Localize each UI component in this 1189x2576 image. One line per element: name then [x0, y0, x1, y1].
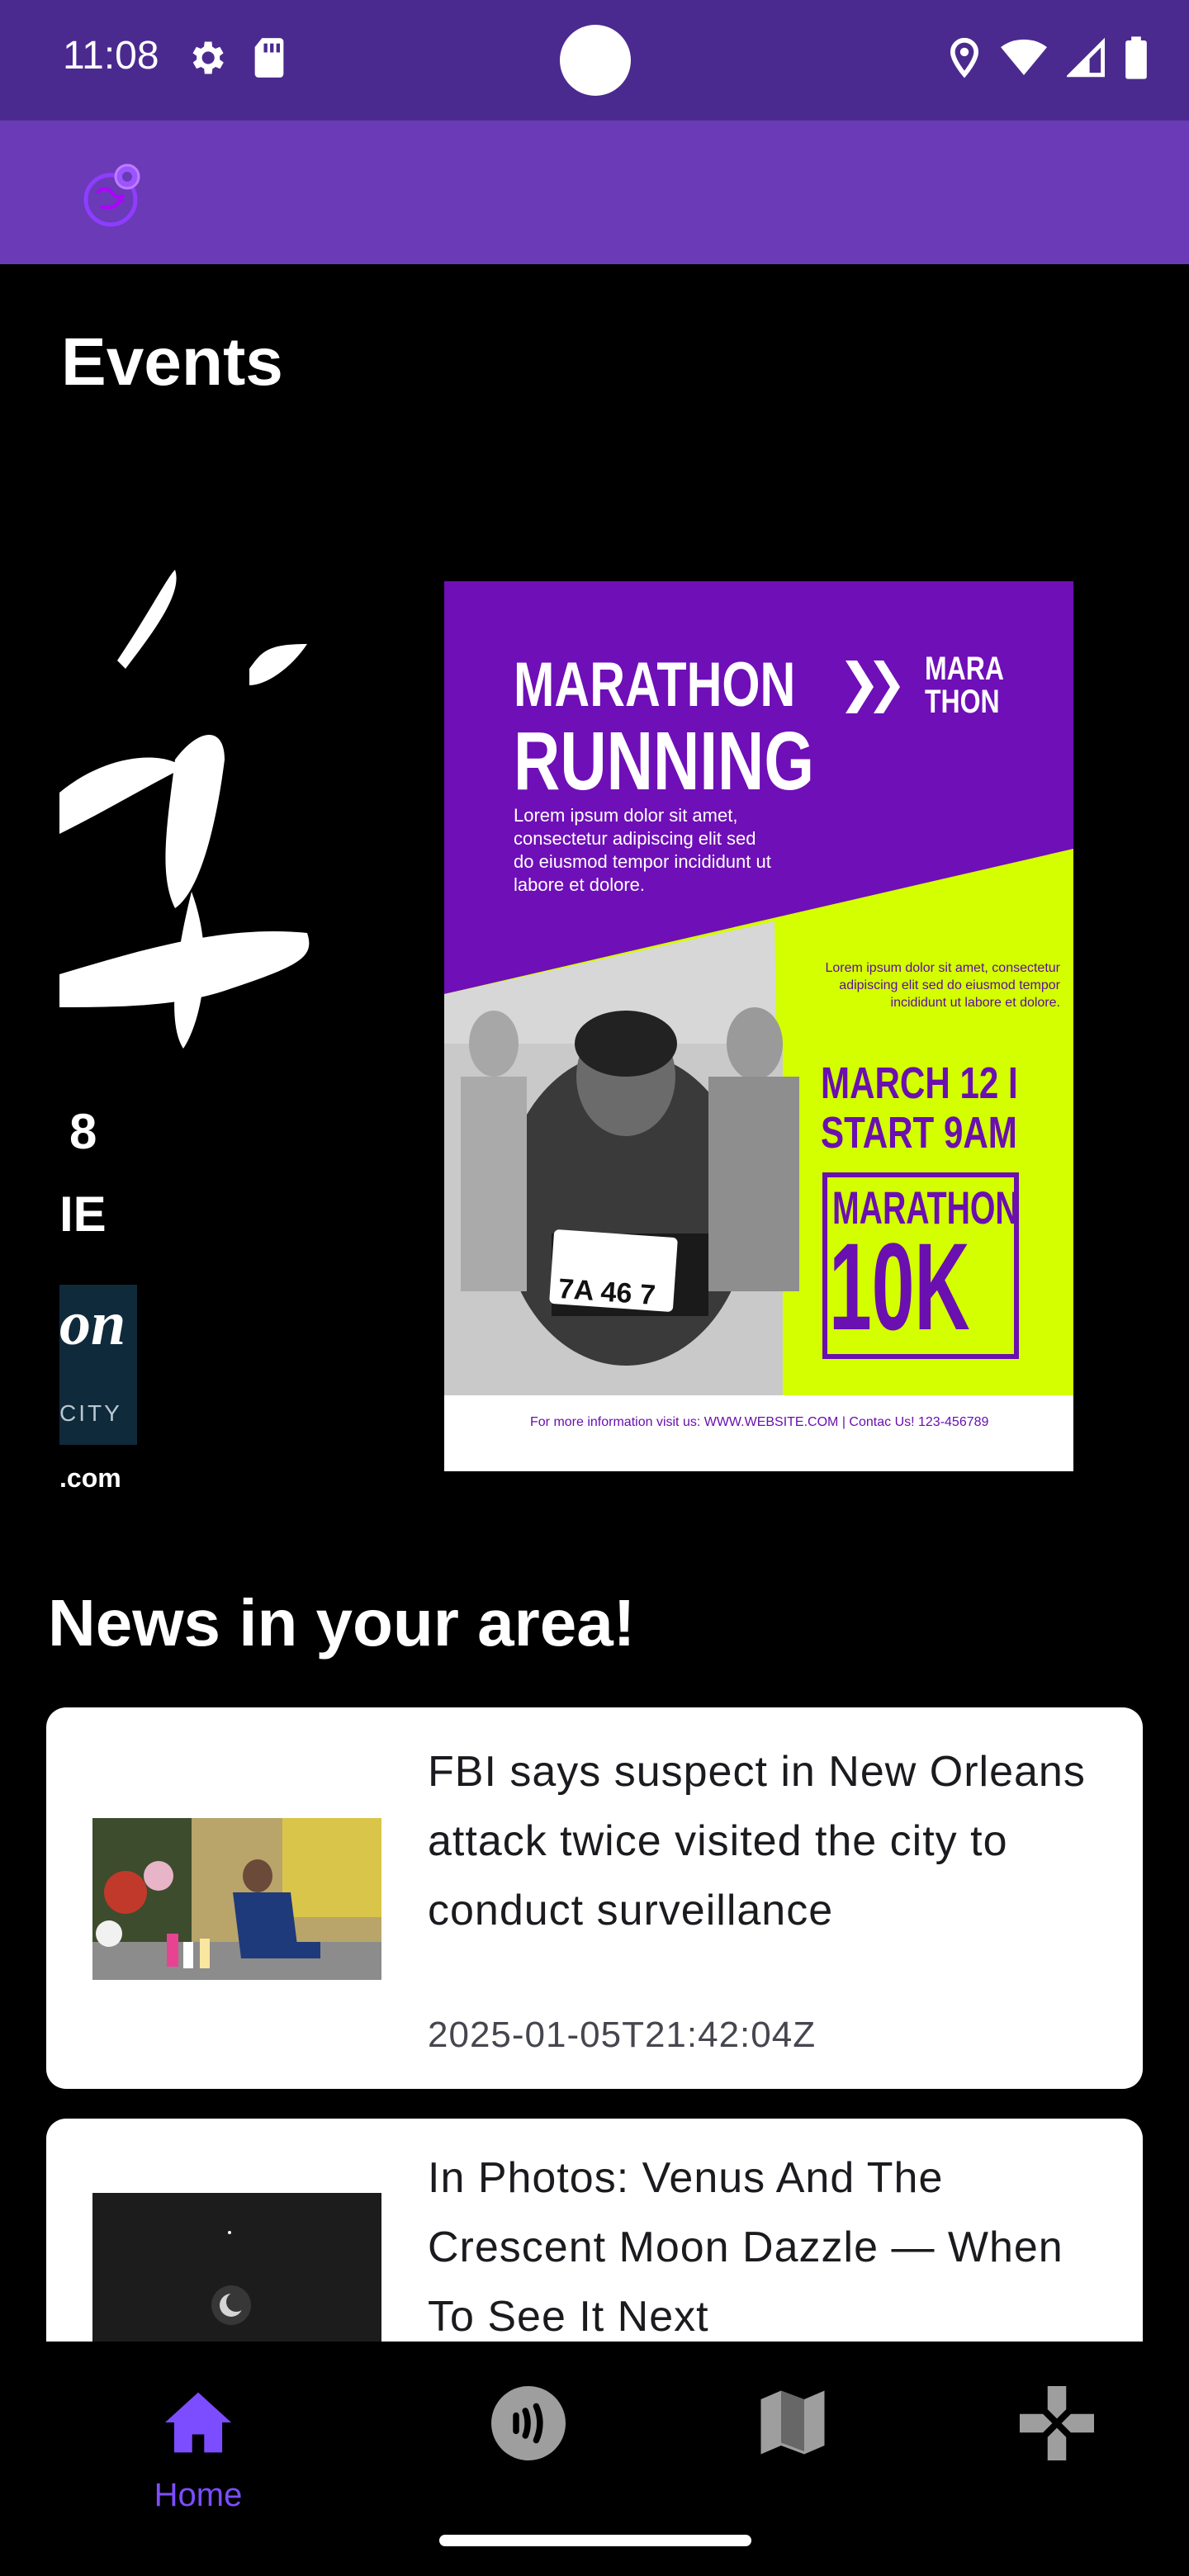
poster-left-fragment-4: CITY: [59, 1400, 122, 1426]
poster-title-line2: RUNNING: [514, 715, 814, 807]
status-left-icons: [185, 36, 287, 79]
sd-card-icon: [254, 38, 284, 78]
app-bar: [0, 121, 1189, 264]
news-card[interactable]: FBI says suspect in New Orleans attack t…: [46, 1707, 1143, 2089]
news-headline: In Photos: Venus And The Crescent Moon D…: [428, 2154, 1063, 2341]
battery-icon: [1125, 36, 1147, 79]
events-title: Events: [61, 324, 283, 400]
nav-item-map[interactable]: [710, 2366, 875, 2490]
news-date: 2025-01-05T21:42:04Z: [428, 2015, 817, 2055]
news-headline: FBI says suspect in New Orleans attack t…: [428, 1748, 1086, 1934]
poster-badge-line2: 10K: [829, 1217, 970, 1356]
signal-icon: [1067, 38, 1105, 78]
news-thumbnail: [92, 1818, 381, 1980]
gear-icon: [192, 41, 224, 74]
news-title: News in your area!: [48, 1586, 636, 1660]
location-icon: [950, 37, 979, 78]
status-bar: 11:08: [0, 0, 1189, 121]
poster-bib-number: 7A 46 7: [557, 1272, 657, 1312]
map-icon: [760, 2390, 825, 2455]
poster-left-fragment-5: .com: [59, 1463, 121, 1493]
poster-title-line1: MARATHON: [514, 650, 796, 720]
poster-date: MARCH 12 I START 9AM: [821, 1058, 1018, 1158]
poster-date-line2: START 9AM: [821, 1108, 1017, 1158]
poster-logo-line2: THON: [925, 684, 1000, 720]
poster-logo: MARA THON: [925, 652, 1004, 718]
home-icon: [165, 2392, 231, 2453]
poster-footer: For more information visit us: WWW.WEBSI…: [530, 1415, 989, 1429]
poster-left-fragment-1: 8: [69, 1104, 97, 1159]
poster-title: MARATHON RUNNING: [514, 651, 814, 803]
wifi-icon: [1001, 39, 1047, 75]
nav-item-nfc[interactable]: [446, 2366, 611, 2490]
status-right-icons: [948, 36, 1148, 79]
app-logo-icon[interactable]: [79, 157, 149, 231]
poster-left-fragment-3: on: [59, 1289, 126, 1358]
poster-lorem-top: Lorem ipsum dolor sit amet, consectetur …: [514, 805, 771, 895]
news-thumbnail-image: [92, 1818, 381, 1980]
poster-lorem-right: Lorem ipsum dolor sit amet, consectetur …: [825, 961, 1060, 1010]
camera-cutout: [560, 25, 631, 96]
nav-label-home: Home: [154, 2477, 243, 2513]
event-poster-marathon[interactable]: MARATHON RUNNING Lorem ipsum dolor sit a…: [444, 581, 1073, 1471]
nav-item-game[interactable]: [974, 2366, 1139, 2490]
nav-item-home[interactable]: Home: [116, 2366, 281, 2513]
poster-left-fragment-2: IE: [59, 1186, 107, 1242]
poster-date-line1: MARCH 12 I: [821, 1058, 1018, 1108]
gamepad-icon: [1020, 2386, 1094, 2460]
event-poster-previous[interactable]: 8 IE on CITY .com: [59, 561, 324, 1503]
poster-calligraphy-graphic: [59, 570, 310, 1049]
status-time: 11:08: [63, 34, 159, 78]
home-gesture-bar[interactable]: [439, 2535, 751, 2546]
poster-10k-badge: MARATHON 10K: [822, 1172, 1019, 1359]
poster-logo-line1: MARA: [925, 651, 1004, 687]
nfc-icon: [491, 2386, 566, 2460]
